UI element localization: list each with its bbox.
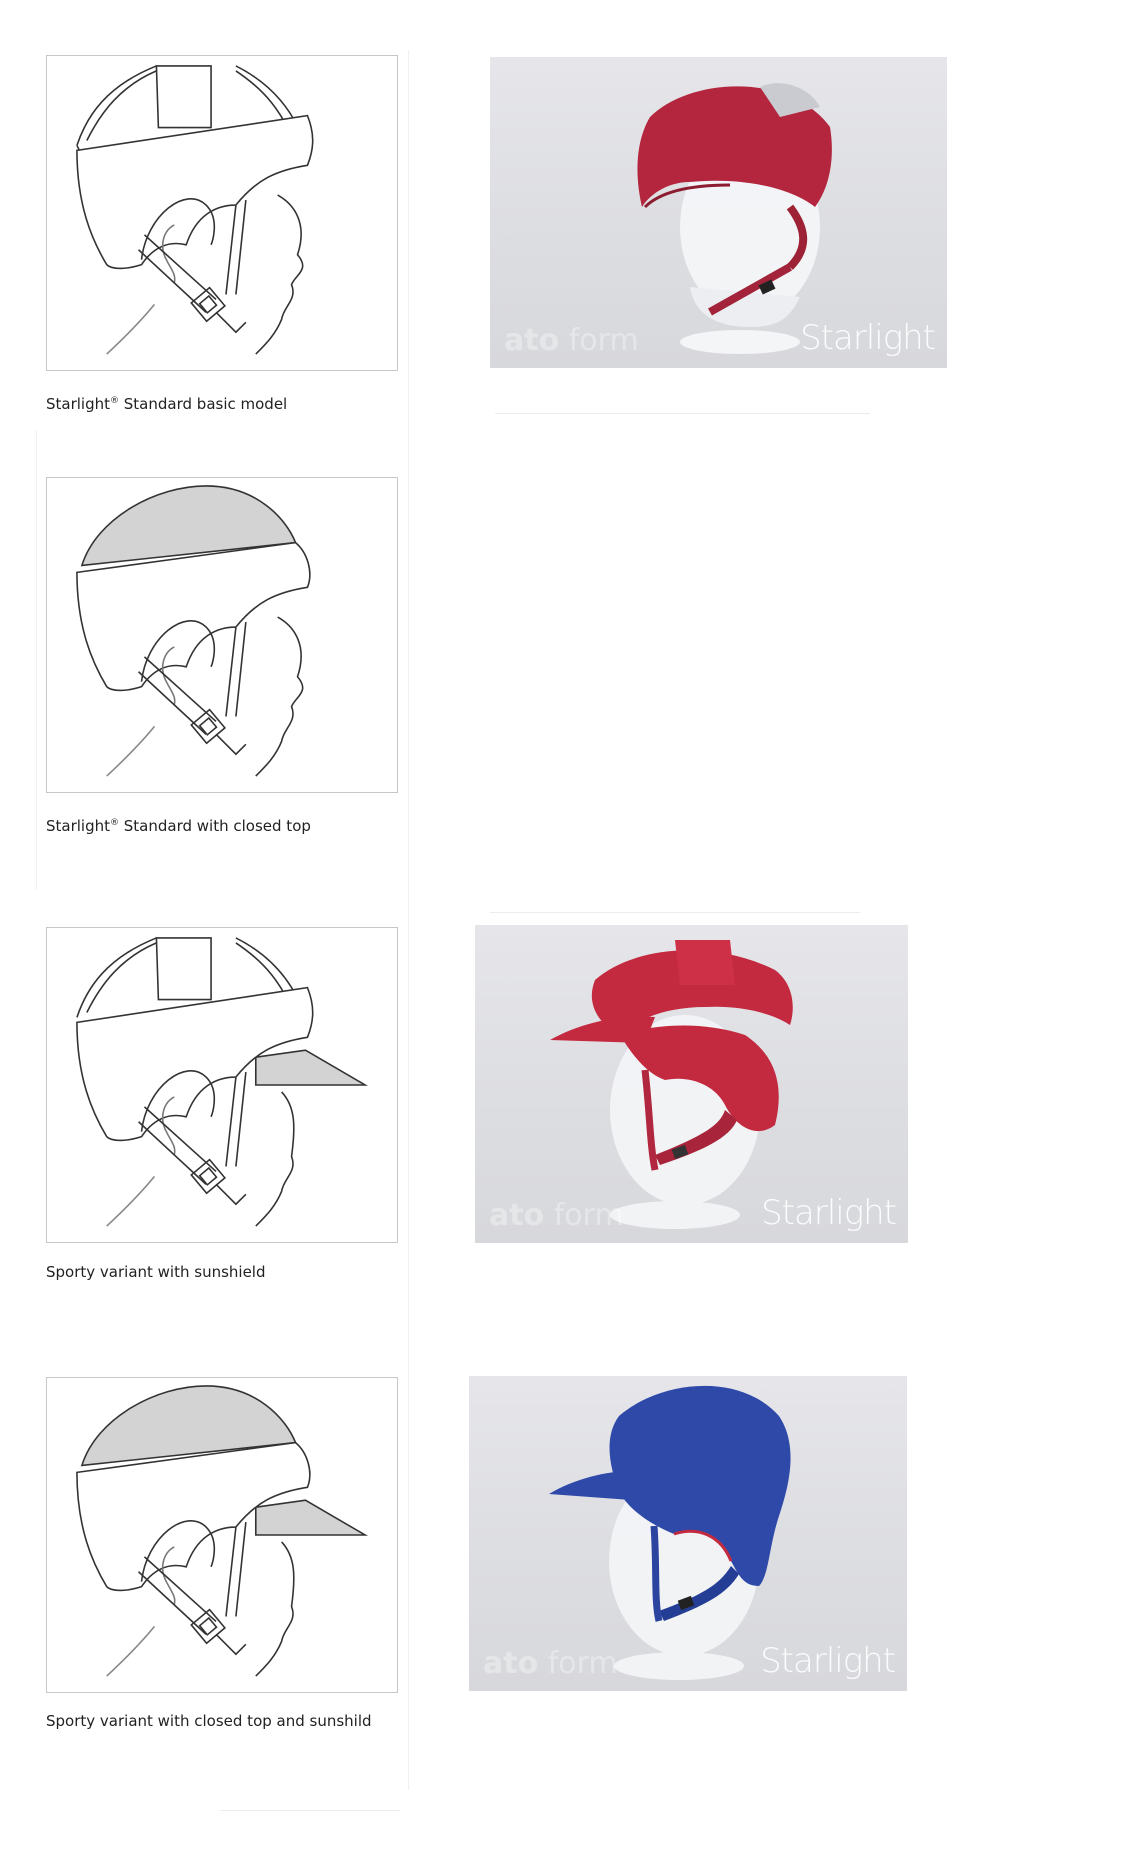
helmet-drawing-basic — [46, 55, 398, 371]
caption-basic-model: Starlight® Standard basic model — [46, 395, 288, 413]
divider — [495, 413, 870, 414]
starlight-logo: Starlight — [761, 1193, 897, 1233]
caption-closed-top: Starlight® Standard with closed top — [46, 817, 311, 835]
helmet-photo-sunshield: ato form Starlight — [475, 925, 908, 1243]
starlight-logo: Starlight — [760, 1641, 896, 1681]
divider — [490, 912, 860, 913]
helmet-drawing-sunshield — [46, 927, 398, 1243]
helmet-photo-closed-top-sunshield: ato form Starlight — [469, 1376, 907, 1691]
divider — [36, 430, 37, 890]
helmet-drawing-closed-top — [46, 477, 398, 793]
helmet-photo-basic: ato form Starlight — [490, 57, 947, 368]
divider — [408, 50, 409, 1790]
caption-sunshield: Sporty variant with sunshield — [46, 1263, 266, 1281]
starlight-logo: Starlight — [800, 318, 936, 358]
helmet-drawing-closed-top-sunshield — [46, 1377, 398, 1693]
divider — [220, 1810, 400, 1811]
caption-closed-top-sunshield: Sporty variant with closed top and sunsh… — [46, 1712, 372, 1730]
